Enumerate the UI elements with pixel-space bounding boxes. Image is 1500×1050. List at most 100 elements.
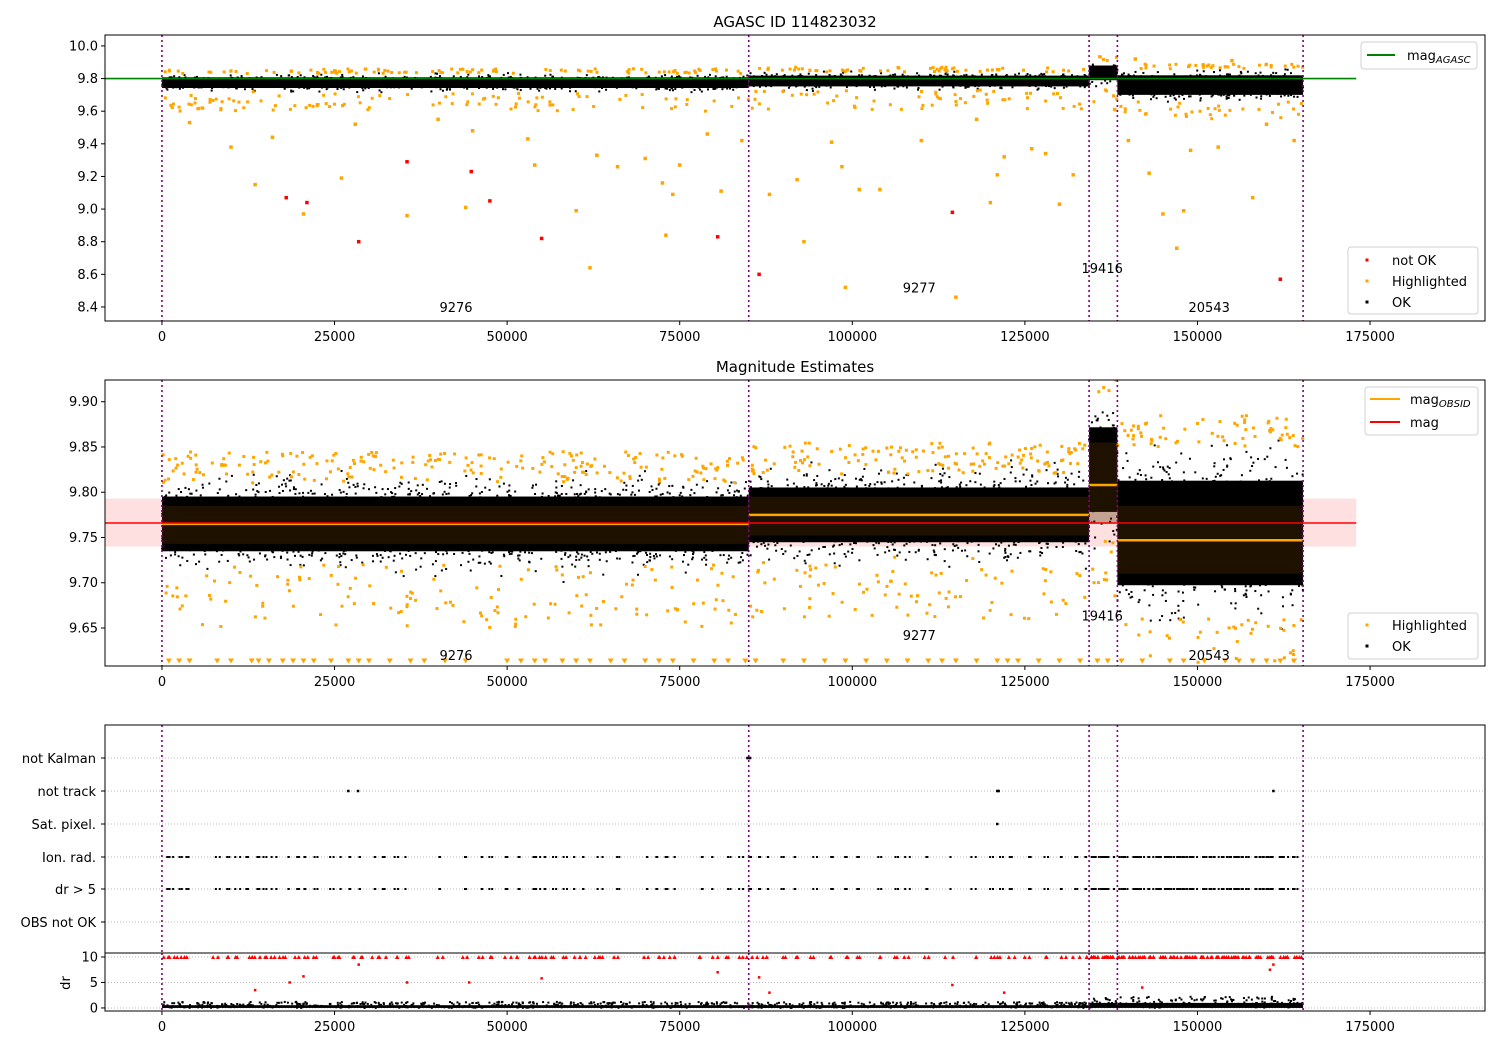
ok-point bbox=[395, 546, 398, 549]
ok-point bbox=[481, 549, 484, 552]
ok-point bbox=[1196, 69, 1199, 72]
ok-point bbox=[1142, 71, 1145, 74]
ok-point bbox=[186, 79, 189, 82]
ok-point bbox=[289, 564, 292, 567]
highlighted-point bbox=[705, 132, 710, 136]
ok-point bbox=[473, 85, 476, 88]
highlighted-point bbox=[330, 70, 334, 74]
ok-point bbox=[286, 477, 289, 480]
ok-point bbox=[491, 82, 494, 85]
agasc-panel-ytick-label: 9.6 bbox=[77, 105, 98, 120]
ok-point bbox=[657, 483, 660, 486]
ok-point bbox=[744, 80, 747, 83]
ok-point bbox=[196, 75, 199, 78]
ok-point bbox=[589, 550, 592, 553]
ok-point bbox=[1191, 91, 1194, 94]
highlighted-point bbox=[667, 70, 671, 74]
highlighted-point bbox=[177, 105, 181, 109]
ok-point bbox=[227, 86, 230, 89]
ok-point bbox=[1265, 82, 1268, 85]
highlighted-point bbox=[333, 92, 337, 96]
ok-point bbox=[1205, 83, 1208, 86]
ok-point bbox=[1142, 83, 1145, 86]
ok-point bbox=[610, 83, 613, 86]
ok-point bbox=[1272, 75, 1275, 78]
ok-point bbox=[264, 80, 267, 83]
ok-point bbox=[1094, 69, 1097, 72]
ok-point bbox=[588, 544, 591, 547]
not-ok-point bbox=[539, 236, 544, 241]
ok-point bbox=[488, 560, 491, 563]
ok-point bbox=[471, 492, 474, 495]
ok-point bbox=[802, 81, 805, 84]
ok-point bbox=[1011, 83, 1014, 86]
ok-point bbox=[1158, 81, 1161, 84]
ok-point bbox=[362, 497, 365, 500]
highlighted-point bbox=[574, 208, 578, 213]
ok-point bbox=[355, 82, 358, 85]
ok-point bbox=[1253, 82, 1256, 85]
ok-point bbox=[227, 545, 230, 548]
ok-point bbox=[364, 87, 367, 90]
ok-point bbox=[588, 84, 591, 87]
ok-point bbox=[565, 84, 568, 87]
ok-point bbox=[631, 561, 634, 564]
ok-point bbox=[1144, 89, 1147, 92]
highlighted-point bbox=[540, 95, 544, 99]
ok-point bbox=[1295, 84, 1298, 87]
highlighted-point bbox=[712, 99, 716, 103]
ok-point bbox=[744, 83, 747, 86]
ok-point bbox=[1238, 87, 1241, 90]
highlighted-point bbox=[388, 97, 392, 101]
ok-point bbox=[264, 554, 267, 557]
ok-point bbox=[1147, 80, 1150, 83]
highlighted-point bbox=[386, 69, 390, 73]
highlighted-point bbox=[954, 100, 958, 104]
ok-point bbox=[1272, 83, 1275, 86]
ok-point bbox=[363, 483, 366, 486]
ok-point bbox=[193, 82, 196, 85]
ok-point bbox=[415, 489, 418, 492]
ok-point bbox=[1131, 94, 1134, 97]
ok-point bbox=[936, 82, 939, 85]
ok-point bbox=[598, 86, 601, 89]
ok-point bbox=[614, 500, 617, 503]
highlighted-point bbox=[902, 70, 906, 74]
ok-point bbox=[442, 80, 445, 83]
highlighted-point bbox=[370, 96, 374, 100]
ok-point bbox=[506, 83, 509, 86]
ok-point bbox=[605, 82, 608, 85]
ok-point bbox=[1154, 87, 1157, 90]
ok-point bbox=[963, 74, 966, 77]
highlighted-point bbox=[886, 69, 890, 73]
ok-point bbox=[946, 73, 949, 76]
ok-point bbox=[580, 553, 583, 556]
highlighted-point bbox=[935, 67, 939, 71]
ok-point bbox=[670, 75, 673, 78]
ok-point bbox=[375, 553, 378, 556]
ok-point bbox=[725, 75, 728, 78]
ok-point bbox=[333, 82, 336, 85]
ok-point bbox=[362, 89, 365, 92]
ok-point bbox=[1295, 87, 1298, 90]
ok-point bbox=[220, 547, 223, 550]
ok-point bbox=[804, 84, 807, 87]
ok-point bbox=[220, 83, 223, 86]
highlighted-point bbox=[995, 173, 1000, 177]
ok-point bbox=[208, 80, 211, 83]
ok-point bbox=[377, 72, 380, 75]
ok-point bbox=[1268, 94, 1271, 97]
ok-point bbox=[507, 72, 510, 75]
agasc-panel-xtick-label: 25000 bbox=[314, 330, 355, 345]
ok-point bbox=[437, 83, 440, 86]
ok-point bbox=[1165, 84, 1168, 87]
ok-point bbox=[1141, 86, 1144, 89]
ok-point bbox=[299, 80, 302, 83]
highlighted-point bbox=[322, 67, 326, 71]
ok-point bbox=[637, 544, 640, 547]
highlighted-point bbox=[816, 90, 820, 94]
ok-point bbox=[327, 86, 330, 89]
ok-point bbox=[320, 73, 323, 76]
highlighted-point bbox=[176, 69, 180, 73]
highlighted-point bbox=[559, 68, 563, 72]
